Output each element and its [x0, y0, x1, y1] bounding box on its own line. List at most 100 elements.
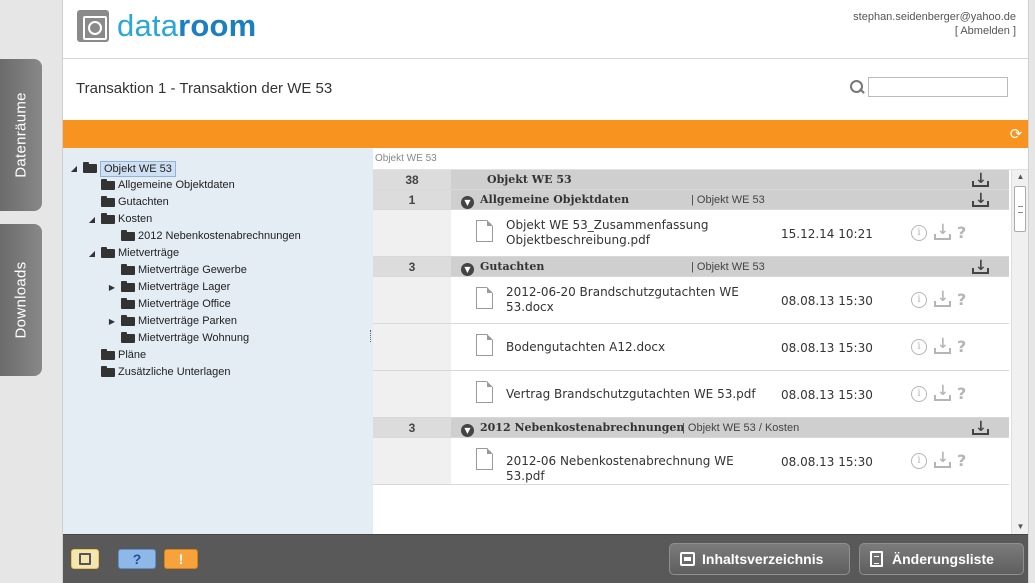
collapse-icon[interactable]: ▼: [461, 263, 474, 276]
table-of-contents-button[interactable]: Inhaltsverzeichnis: [669, 543, 850, 575]
info-icon[interactable]: i: [911, 452, 927, 469]
tree-item[interactable]: ◢ Kosten: [63, 211, 373, 228]
download-icon[interactable]: [972, 417, 989, 437]
file-date: 15.12.14 10:21: [781, 227, 873, 241]
download-icon[interactable]: [934, 289, 951, 308]
expanded-arrow-icon[interactable]: ◢: [87, 211, 97, 228]
tab-datenraeume[interactable]: Datenräume: [0, 59, 42, 211]
logo-text: dataroom: [117, 8, 257, 43]
collapsed-arrow-icon[interactable]: ▶: [107, 279, 117, 296]
file-row[interactable]: Vertrag Brandschutzgutachten WE 53.pdf 0…: [373, 371, 1009, 418]
help-button[interactable]: ?: [118, 549, 156, 569]
group-row[interactable]: 1 ▼ Allgemeine Objektdaten | Objekt WE 53: [373, 189, 1009, 210]
home-button[interactable]: [71, 549, 99, 569]
download-icon[interactable]: [934, 336, 951, 355]
document-icon: [476, 381, 493, 403]
download-icon[interactable]: [934, 383, 951, 402]
file-name[interactable]: 2012-06-20 Brandschutzgutachten WE 53.do…: [506, 285, 771, 315]
group-count: 3: [373, 257, 451, 276]
info-icon[interactable]: i: [911, 338, 927, 355]
download-icon[interactable]: [972, 256, 989, 276]
change-list-button[interactable]: Änderungsliste: [859, 543, 1024, 575]
tab-downloads[interactable]: Downloads: [0, 224, 42, 376]
changes-label: Änderungsliste: [892, 551, 994, 567]
header: dataroom stephan.seidenberger@yahoo.de […: [63, 0, 1028, 58]
tree-item[interactable]: ▶ Mietverträge Parken: [63, 313, 373, 330]
tree-item[interactable]: Mietverträge Wohnung: [63, 330, 373, 347]
file-name[interactable]: Objekt WE 53_Zusammenfassung Objektbesch…: [506, 218, 771, 248]
file-row[interactable]: 2012-06 Nebenkostenabrechnung WE 53.pdf …: [373, 438, 1009, 485]
file-name[interactable]: Vertrag Brandschutzgutachten WE 53.pdf: [506, 387, 771, 402]
collapse-icon[interactable]: ▼: [461, 196, 474, 209]
group-count: 3: [373, 418, 451, 437]
breadcrumb[interactable]: Objekt WE 53: [373, 148, 1028, 170]
download-icon[interactable]: [934, 222, 951, 241]
document-icon: [476, 220, 493, 242]
group-path: | Objekt WE 53: [691, 261, 765, 273]
refresh-icon[interactable]: ⟳: [1008, 126, 1024, 142]
tree-item[interactable]: Allgemeine Objektdaten: [63, 177, 373, 194]
tree-item[interactable]: ◢ Mietverträge: [63, 245, 373, 262]
toc-label: Inhaltsverzeichnis: [702, 551, 824, 567]
download-icon[interactable]: [934, 450, 951, 469]
tree-item[interactable]: ◢ Objekt WE 53: [63, 160, 373, 177]
logout-link[interactable]: [ Abmelden ]: [853, 24, 1016, 38]
question-icon[interactable]: ?: [957, 337, 966, 356]
group-row[interactable]: 3 ▼ Gutachten | Objekt WE 53: [373, 256, 1009, 277]
scroll-thumb[interactable]: [1014, 186, 1026, 232]
group-row[interactable]: 3 ▼ 2012 Nebenkostenabrechnungen | Objekt…: [373, 417, 1009, 438]
folder-icon: [121, 298, 135, 309]
dataroom-logo-icon: [77, 10, 109, 42]
tree-item[interactable]: 2012 Nebenkostenabrechnungen: [63, 228, 373, 245]
group-title: Objekt WE 53: [487, 173, 572, 186]
tree-item[interactable]: Mietverträge Office: [63, 296, 373, 313]
scroll-up-icon[interactable]: ▲: [1012, 170, 1029, 184]
file-row[interactable]: Objekt WE 53_Zusammenfassung Objektbesch…: [373, 210, 1009, 257]
question-icon[interactable]: ?: [957, 451, 966, 470]
group-row[interactable]: 38 Objekt WE 53: [373, 170, 1009, 190]
collapse-icon[interactable]: ▼: [461, 424, 474, 437]
question-icon[interactable]: ?: [957, 290, 966, 309]
download-icon[interactable]: [972, 170, 989, 189]
file-date: 08.08.13 15:30: [781, 388, 873, 402]
logo[interactable]: dataroom: [77, 8, 256, 44]
tree-item[interactable]: Zusätzliche Unterlagen: [63, 364, 373, 381]
expanded-arrow-icon[interactable]: ◢: [69, 160, 79, 177]
notice-button[interactable]: !: [164, 549, 198, 569]
footer-bar: ? ! Inhaltsverzeichnis Änderungsliste: [63, 534, 1028, 583]
folder-icon: [101, 366, 115, 377]
question-icon[interactable]: ?: [957, 223, 966, 242]
folder-tree: ◢ Objekt WE 53 Allgemeine Objektdaten Gu…: [63, 148, 373, 534]
question-icon[interactable]: ?: [957, 384, 966, 403]
info-icon[interactable]: i: [911, 224, 927, 241]
search-input[interactable]: [868, 77, 1008, 97]
download-icon[interactable]: [972, 189, 989, 209]
tree-item[interactable]: Pläne: [63, 347, 373, 364]
group-title: 2012 Nebenkostenabrechnungen: [480, 421, 685, 434]
file-date: 08.08.13 15:30: [781, 294, 873, 308]
group-header: ▼ Gutachten | Objekt WE 53: [451, 256, 1009, 276]
panel-splitter[interactable]: [370, 330, 372, 342]
file-row[interactable]: 2012-06-20 Brandschutzgutachten WE 53.do…: [373, 277, 1009, 324]
document-panel: Objekt WE 53 38 Objekt WE 53 1 ▼ Allgemei…: [373, 148, 1028, 534]
user-email: stephan.seidenberger@yahoo.de: [853, 11, 1016, 23]
file-name[interactable]: Bodengutachten A12.docx: [506, 340, 771, 355]
collapsed-arrow-icon[interactable]: ▶: [107, 313, 117, 330]
file-name[interactable]: 2012-06 Nebenkostenabrechnung WE 53.pdf: [506, 454, 771, 484]
print-icon: [680, 552, 695, 566]
folder-icon: [101, 349, 115, 360]
group-header: Objekt WE 53: [451, 170, 1009, 189]
expanded-arrow-icon[interactable]: ◢: [87, 245, 97, 262]
info-icon[interactable]: i: [911, 385, 927, 402]
info-icon[interactable]: i: [911, 291, 927, 308]
tree-item[interactable]: Gutachten: [63, 194, 373, 211]
file-row[interactable]: Bodengutachten A12.docx 08.08.13 15:30 i…: [373, 324, 1009, 371]
title-bar: Transaktion 1 - Transaktion der WE 53: [63, 58, 1028, 120]
tree-item[interactable]: ▶ Mietverträge Lager: [63, 279, 373, 296]
list-icon: [870, 551, 883, 567]
vertical-scrollbar[interactable]: ▲ ▼: [1011, 170, 1028, 534]
scroll-down-icon[interactable]: ▼: [1012, 520, 1029, 534]
tree-item[interactable]: Mietverträge Gewerbe: [63, 262, 373, 279]
search-icon[interactable]: [849, 79, 865, 95]
group-title: Gutachten: [480, 260, 545, 273]
